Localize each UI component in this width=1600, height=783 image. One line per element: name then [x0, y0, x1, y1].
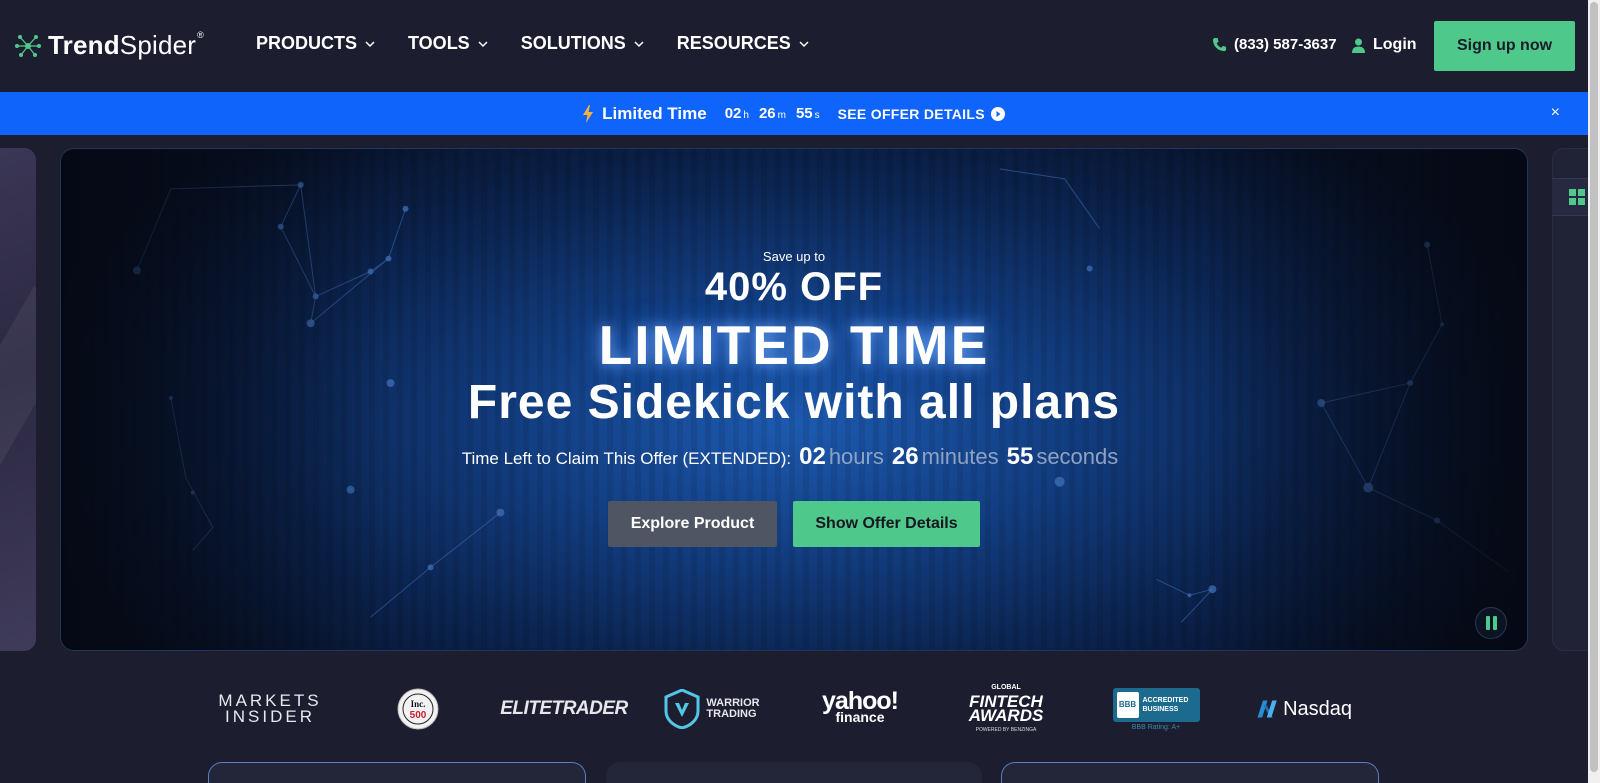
- countdown-seconds-unit: seconds: [1036, 444, 1119, 469]
- lightning-bolt-icon: [583, 104, 594, 123]
- signup-button[interactable]: Sign up now: [1434, 21, 1575, 71]
- chevron-down-icon: [365, 40, 375, 47]
- feature-card[interactable]: [606, 762, 982, 783]
- grid-icon: [1569, 189, 1585, 205]
- yahoo-finance-logo: yahoo! finance: [818, 680, 902, 738]
- user-icon: [1352, 38, 1365, 53]
- promo-content: Limited Time 02 h 26 m 55 s SEE OFFER DETAI…: [582, 104, 1005, 124]
- nasdaq-mark-icon: [1257, 700, 1277, 718]
- spider-network-icon: [15, 34, 41, 57]
- nasdaq-logo: Nasdaq: [1256, 680, 1352, 738]
- inc-500-badge-icon: Inc. 500: [397, 688, 439, 730]
- main-nav: PRODUCTS TOOLS SOLUTIONS RESOURCES: [256, 33, 842, 54]
- site-header: TrendSpider® PRODUCTS TOOLS SOLUTIONS RE…: [0, 0, 1588, 92]
- svg-text:Inc.: Inc.: [411, 699, 426, 709]
- login-link[interactable]: Login: [1352, 36, 1417, 54]
- press-logos: MARKETS INSIDER Inc. 500 ELITETRADER WAR…: [0, 680, 1588, 738]
- countdown-hours: 02: [799, 443, 826, 470]
- bbb-line1: ACCREDITED: [1142, 696, 1189, 704]
- countdown-minutes-unit: minutes: [921, 444, 999, 469]
- countdown-minutes: 26: [891, 443, 919, 470]
- nav-products[interactable]: PRODUCTS: [256, 33, 375, 54]
- carousel-prev-slide[interactable]: [0, 148, 36, 651]
- nav-solutions-label: SOLUTIONS: [520, 33, 626, 53]
- chevron-down-icon: [799, 40, 809, 47]
- hero-headline: LIMITED TIME: [598, 314, 990, 376]
- nasdaq-wordmark: Nasdaq: [1283, 697, 1352, 720]
- countdown-hours-unit: hours: [828, 444, 884, 469]
- bbb-accredited-logo: BBB ACCREDITED BUSINESS BBB Rating: A+: [1112, 680, 1200, 738]
- hero-content: Save up to 40% OFF LIMITED TIME Free Sid…: [61, 149, 1527, 650]
- markets-insider-line2: INSIDER: [225, 707, 315, 726]
- warrior-text: WARRIOR TRADING: [706, 698, 759, 720]
- nav-solutions[interactable]: SOLUTIONS: [521, 33, 644, 54]
- discount-percent: 40% OFF: [704, 265, 884, 309]
- nav-tools-label: TOOLS: [408, 33, 470, 53]
- hero-banner: Save up to 40% OFF LIMITED TIME Free Sid…: [60, 148, 1528, 651]
- phone-link[interactable]: (833) 587-3637: [1212, 36, 1337, 53]
- phone-number: (833) 587-3637: [1234, 36, 1337, 53]
- warrior-trading-logo: WARRIOR TRADING: [664, 680, 760, 738]
- circle-arrow-icon: [990, 106, 1005, 121]
- chevron-down-icon: [634, 40, 644, 47]
- countdown-seconds: 55: [1006, 443, 1034, 470]
- yahoo-finance-sub: finance: [835, 709, 885, 725]
- warrior-line2: TRADING: [706, 708, 757, 720]
- fintech-line2: AWARDS: [968, 706, 1044, 725]
- nav-resources-label: RESOURCES: [676, 33, 791, 53]
- phone-icon: [1212, 37, 1227, 52]
- fintech-awards-logo: GLOBAL FINTECH AWARDS POWERED BY BENZING…: [958, 680, 1054, 738]
- countdown-label: Time Left to Claim This Offer (EXTENDED)…: [461, 449, 792, 468]
- promo-bar: Limited Time 02 h 26 m 55 s SEE OFFER DETAI…: [0, 92, 1588, 135]
- bbb-rating: BBB Rating: A+: [1131, 723, 1181, 731]
- pause-icon: [1485, 616, 1490, 630]
- carousel-pause-button[interactable]: [1475, 607, 1507, 639]
- login-label: Login: [1373, 36, 1417, 53]
- markets-insider-logo: MARKETS INSIDER: [218, 680, 320, 738]
- see-offer-details-link[interactable]: SEE OFFER DETAILS: [838, 106, 1005, 122]
- pause-icon-bar: [1492, 616, 1497, 630]
- nav-tools[interactable]: TOOLS: [408, 33, 488, 54]
- explore-product-button[interactable]: Explore Product: [608, 501, 777, 547]
- bbb-badge: BBB ACCREDITED BUSINESS: [1112, 687, 1200, 722]
- feature-card[interactable]: [208, 762, 586, 783]
- close-icon[interactable]: ×: [1551, 104, 1560, 122]
- carousel-next-slide[interactable]: [1552, 148, 1592, 651]
- bbb-text: ACCREDITED BUSINESS: [1143, 696, 1189, 714]
- scrollbar-thumb[interactable]: [1590, 2, 1598, 772]
- trendspider-logo[interactable]: TrendSpider®: [14, 30, 204, 61]
- warrior-shield-icon: [664, 689, 700, 729]
- nav-resources[interactable]: RESOURCES: [677, 33, 809, 54]
- promo-hours: 02: [724, 105, 742, 122]
- bbb-torch-icon: BBB: [1116, 691, 1139, 718]
- save-upto-text: Save up to: [762, 249, 826, 264]
- offer-link-label: SEE OFFER DETAILS: [837, 105, 985, 122]
- bbb-line2: BUSINESS: [1142, 705, 1179, 713]
- promo-hours-unit: h: [743, 110, 749, 121]
- svg-text:500: 500: [410, 710, 427, 721]
- promo-minutes: 26: [758, 105, 776, 122]
- promo-minutes-unit: m: [777, 110, 786, 121]
- chevron-down-icon: [478, 40, 488, 47]
- nav-products-label: PRODUCTS: [256, 33, 358, 53]
- fintech-powered: POWERED BY BENZINGA: [975, 727, 1037, 733]
- promo-label: Limited Time: [602, 103, 707, 123]
- offer-countdown: Time Left to Claim This Offer (EXTENDED)…: [61, 443, 1527, 471]
- elite-trader-logo: ELITETRADER: [500, 698, 628, 719]
- inc-500-logo: Inc. 500: [396, 680, 440, 738]
- hero-buttons: Explore Product Show Offer Details: [61, 501, 1527, 547]
- show-offer-details-button[interactable]: Show Offer Details: [793, 501, 980, 547]
- promo-seconds: 55: [795, 105, 813, 122]
- feature-card[interactable]: [1001, 762, 1379, 783]
- promo-seconds-unit: s: [814, 110, 820, 121]
- hero-subheadline: Free Sidekick with all plans: [467, 376, 1121, 429]
- brand-name: TrendSpider®: [48, 30, 204, 60]
